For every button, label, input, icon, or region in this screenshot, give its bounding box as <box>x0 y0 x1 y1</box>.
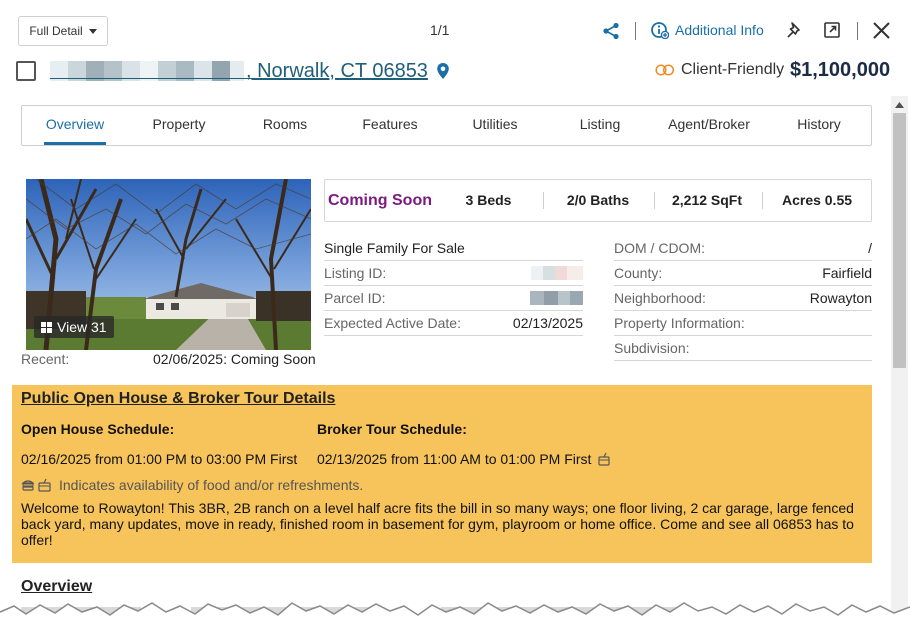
open-house-schedule-value: 02/16/2025 from 01:00 PM to 03:00 PM Fir… <box>21 451 298 467</box>
dom-row: DOM / CDOM: / <box>614 236 872 261</box>
county-value: Fairfield <box>822 265 872 281</box>
additional-info-label: Additional Info <box>675 22 764 38</box>
view-photos-label: View 31 <box>57 319 107 335</box>
toggle-icon <box>655 64 675 76</box>
redacted-parcel-id <box>530 291 583 305</box>
tab-rooms[interactable]: Rooms <box>258 106 312 145</box>
redacted-listing-id <box>531 266 583 280</box>
info-plus-icon <box>651 22 669 39</box>
tab-listing[interactable]: Listing <box>574 106 626 145</box>
listing-address-link[interactable]: , Norwalk, CT 06853 <box>50 58 450 84</box>
subdivision-label: Subdivision: <box>614 340 690 356</box>
property-type: Single Family For Sale <box>324 240 465 256</box>
sqft-stat: 2,212 SqFt <box>671 192 743 208</box>
grid-icon <box>41 321 52 333</box>
map-pin-icon[interactable] <box>436 62 450 80</box>
tab-overview[interactable]: Overview <box>44 106 106 145</box>
broker-tour-schedule: 02/13/2025 from 11:00 AM to 01:00 PM Fir… <box>317 451 611 467</box>
dom-label: DOM / CDOM: <box>614 240 705 256</box>
open-house-panel: Public Open House & Broker Tour Details … <box>12 385 872 563</box>
tab-utilities[interactable]: Utilities <box>466 106 524 145</box>
scrollbar-thumb[interactable] <box>893 113 906 368</box>
listing-status: Coming Soon <box>328 192 432 209</box>
open-house-schedule: 02/16/2025 from 01:00 PM to 03:00 PM Fir… <box>21 451 297 467</box>
share-icon[interactable] <box>602 22 620 40</box>
tab-agent-broker[interactable]: Agent/Broker <box>664 106 754 145</box>
listing-stats-bar: Coming Soon 3 Beds 2/0 Baths 2,212 SqFt … <box>324 179 872 222</box>
view-photos-button[interactable]: View 31 <box>34 316 114 338</box>
tab-features[interactable]: Features <box>352 106 428 145</box>
tab-history[interactable]: History <box>792 106 846 145</box>
stat-divider <box>543 192 544 209</box>
expected-active-label: Expected Active Date: <box>324 315 461 331</box>
beds-stat: 3 Beds <box>465 192 512 208</box>
food-drinks-icon <box>21 478 51 492</box>
stat-divider <box>654 192 655 209</box>
view-mode-label: Full Detail <box>29 24 83 38</box>
address-text: , Norwalk, CT 06853 <box>246 59 428 82</box>
open-house-title[interactable]: Public Open House & Broker Tour Details <box>21 390 335 408</box>
listing-id-row: Listing ID: <box>324 261 583 286</box>
parcel-id-row: Parcel ID: <box>324 286 583 311</box>
top-toolbar: Full Detail 1/1 Additional Info , Norwal… <box>0 0 910 95</box>
neighborhood-row: Neighborhood: Rowayton <box>614 286 872 311</box>
food-note: Indicates availability of food and/or re… <box>21 477 363 493</box>
county-row: County: Fairfield <box>614 261 872 286</box>
expected-active-value: 02/13/2025 <box>512 315 583 331</box>
additional-info-button[interactable]: Additional Info <box>651 21 764 39</box>
property-type-row: Single Family For Sale <box>324 236 583 261</box>
food-note-text: Indicates availability of food and/or re… <box>59 477 364 493</box>
property-info-label: Property Information: <box>614 315 745 331</box>
vertical-scrollbar[interactable] <box>891 96 908 627</box>
popout-icon[interactable] <box>823 21 841 39</box>
result-pager: 1/1 <box>430 22 450 38</box>
select-listing-checkbox[interactable] <box>16 61 36 81</box>
scroll-up-arrow-icon[interactable] <box>891 96 908 113</box>
dom-value: / <box>868 240 872 256</box>
neighborhood-value: Rowayton <box>809 290 872 306</box>
toolbar-divider <box>857 22 858 40</box>
close-icon[interactable] <box>872 21 891 40</box>
listing-remarks: Welcome to Rowayton! This 3BR, 2B ranch … <box>21 500 854 548</box>
refreshments-icon <box>598 452 611 466</box>
client-friendly-label: Client-Friendly <box>681 61 785 78</box>
stat-divider <box>762 192 763 209</box>
expected-active-row: Expected Active Date: 02/13/2025 <box>324 311 583 336</box>
toolbar-divider <box>635 22 636 40</box>
open-house-schedule-label: Open House Schedule: <box>21 421 175 437</box>
torn-edge-decoration <box>0 602 910 627</box>
subdivision-row: Subdivision: <box>614 336 872 361</box>
recent-value: 02/06/2025: Coming Soon <box>153 351 316 367</box>
pin-icon[interactable] <box>786 21 804 41</box>
broker-tour-schedule-value: 02/13/2025 from 11:00 AM to 01:00 PM Fir… <box>317 451 592 467</box>
parcel-id-label: Parcel ID: <box>324 290 386 306</box>
broker-tour-schedule-label: Broker Tour Schedule: <box>317 421 467 437</box>
caret-down-icon <box>88 28 97 34</box>
detail-tabs: Overview Property Rooms Features Utiliti… <box>21 105 872 146</box>
county-label: County: <box>614 265 663 281</box>
acres-stat: Acres 0.55 <box>781 192 853 208</box>
property-info-row: Property Information: <box>614 311 872 336</box>
client-friendly-toggle[interactable]: Client-Friendly <box>655 61 784 79</box>
neighborhood-label: Neighborhood: <box>614 290 706 306</box>
tab-property[interactable]: Property <box>146 106 212 145</box>
baths-stat: 2/0 Baths <box>566 192 630 208</box>
listing-price: $1,100,000 <box>790 59 891 81</box>
address-underline <box>50 78 258 79</box>
listing-id-label: Listing ID: <box>324 265 387 281</box>
recent-label: Recent: <box>21 351 70 367</box>
view-mode-dropdown[interactable]: Full Detail <box>18 16 108 46</box>
